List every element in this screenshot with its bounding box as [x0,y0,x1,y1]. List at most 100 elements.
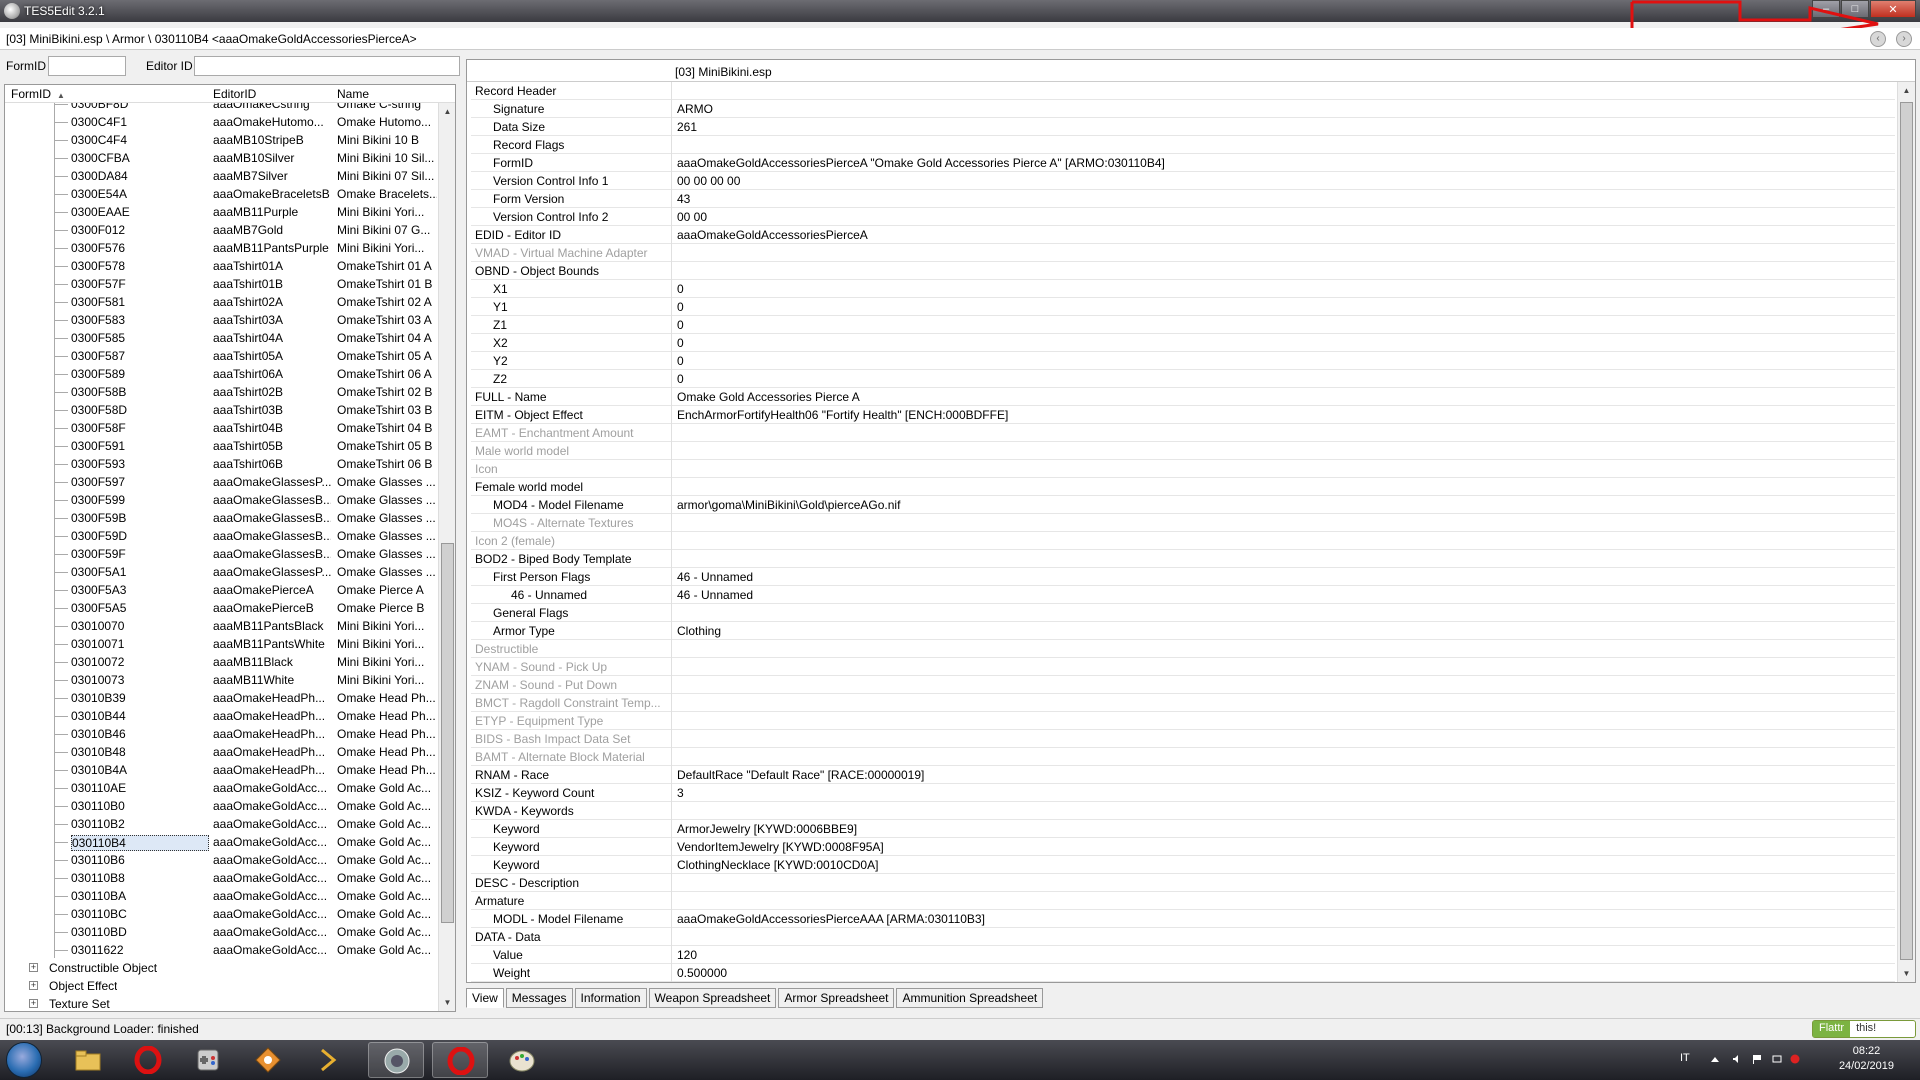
tree-row[interactable]: 0300F59F aaaOmakeGlassesB... Omake Glasses… [5,545,437,563]
opera-window-taskbar-button[interactable] [432,1042,488,1078]
volume-icon[interactable] [1732,1054,1742,1064]
record-field-row[interactable]: MODL - Model Filename aaaOmakeGoldAccesso… [471,910,1895,928]
record-field-row[interactable]: Keyword ArmorJewelry [KYWD:0006BBE9] [471,820,1895,838]
antivirus-icon[interactable] [1790,1054,1800,1064]
formid-filter-input[interactable] [48,56,126,76]
field-value[interactable]: aaaOmakeGoldAccessoriesPierceA "Omake Go… [677,156,1165,170]
opera-taskbar-button[interactable] [120,1042,176,1078]
record-field-row[interactable]: KSIZ - Keyword Count 3 [471,784,1895,802]
tab-information[interactable]: Information [574,988,647,1008]
field-value[interactable]: 0 [677,354,684,368]
tree-row[interactable]: 0300F59D aaaOmakeGlassesB... Omake Glasses… [5,527,437,545]
tree-row[interactable]: 03010B44 aaaOmakeHeadPh... Omake Head Ph..… [5,707,437,725]
record-field-row[interactable]: Icon [471,460,1895,478]
tree-group-node[interactable]: + Constructible Object [5,959,437,977]
tree-row[interactable]: 0300F5A5 aaaOmakePierceB Omake Pierce B [5,599,437,617]
tree-row[interactable]: 0300F591 aaaTshirt05B OmakeTshirt 05 B [5,437,437,455]
field-value[interactable]: 0 [677,300,684,314]
record-field-row[interactable]: Y1 0 [471,298,1895,316]
field-value[interactable]: 0.500000 [677,966,727,980]
tree-row[interactable]: 03010B46 aaaOmakeHeadPh... Omake Head Ph..… [5,725,437,743]
tree-row[interactable]: 030110BC aaaOmakeGoldAcc... Omake Gold Ac.… [5,905,437,923]
record-field-row[interactable]: FULL - Name Omake Gold Accessories Pierce… [471,388,1895,406]
formid-column-header[interactable]: FormID ▲ [11,87,65,101]
tab-messages[interactable]: Messages [505,988,573,1008]
record-field-row[interactable]: 46 - Unnamed 46 - Unnamed [471,586,1895,604]
scroll-up-icon[interactable]: ▲ [439,103,456,120]
start-button[interactable] [6,1042,42,1078]
tes5edit-taskbar-button[interactable] [368,1042,424,1078]
field-value[interactable]: 46 - Unnamed [677,570,753,584]
record-field-row[interactable]: Form Version 43 [471,190,1895,208]
field-value[interactable]: 0 [677,336,684,350]
fallout-taskbar-button[interactable] [240,1042,296,1078]
tree-row[interactable]: 0300F58F aaaTshirt04B OmakeTshirt 04 B [5,419,437,437]
back-icon[interactable]: ‹ [1870,31,1886,47]
app-taskbar-button[interactable] [300,1042,356,1078]
record-field-row[interactable]: EDID - Editor ID aaaOmakeGoldAccessoriesP… [471,226,1895,244]
record-field-row[interactable]: BIDS - Bash Impact Data Set [471,730,1895,748]
record-field-row[interactable]: BAMT - Alternate Block Material [471,748,1895,766]
tab-view[interactable]: View [466,988,504,1008]
record-field-row[interactable]: Version Control Info 1 00 00 00 00 [471,172,1895,190]
record-field-row[interactable]: BMCT - Ragdoll Constraint Temp... [471,694,1895,712]
record-field-row[interactable]: Data Size 261 [471,118,1895,136]
record-field-row[interactable]: ETYP - Equipment Type [471,712,1895,730]
tree-row[interactable]: 0300F59B aaaOmakeGlassesB... Omake Glasses… [5,509,437,527]
record-field-row[interactable]: Keyword ClothingNecklace [KYWD:0010CD0A] [471,856,1895,874]
tree-row[interactable]: 0300F585 aaaTshirt04A OmakeTshirt 04 A [5,329,437,347]
field-value[interactable]: ARMO [677,102,713,116]
field-value[interactable]: 120 [677,948,697,962]
clock[interactable]: 08:22 24/02/2019 [1839,1044,1894,1074]
tree-row[interactable]: 0300C4F4 aaaMB10StripeB Mini Bikini 10 B [5,131,437,149]
record-field-row[interactable]: Y2 0 [471,352,1895,370]
name-column-header[interactable]: Name [337,87,369,101]
field-value[interactable]: 43 [677,192,690,206]
tree-row[interactable]: 0300F58B aaaTshirt02B OmakeTshirt 02 B [5,383,437,401]
tree-row[interactable]: 03010B48 aaaOmakeHeadPh... Omake Head Ph..… [5,743,437,761]
tree-row[interactable]: 0300CFBA aaaMB10Silver Mini Bikini 10 Sil.… [5,149,437,167]
tree-row[interactable]: 030110B8 aaaOmakeGoldAcc... Omake Gold Ac.… [5,869,437,887]
record-scrollbar[interactable]: ▲ ▼ [1897,82,1915,982]
close-button[interactable]: ✕ [1870,0,1916,18]
field-value[interactable]: 00 00 00 00 [677,174,740,188]
field-value[interactable]: 0 [677,282,684,296]
explorer-taskbar-button[interactable] [60,1042,116,1078]
record-field-row[interactable]: OBND - Object Bounds [471,262,1895,280]
record-field-row[interactable]: Destructible [471,640,1895,658]
tab-ammunition-spreadsheet[interactable]: Ammunition Spreadsheet [896,988,1044,1008]
tree-row[interactable]: 0300F581 aaaTshirt02A OmakeTshirt 02 A [5,293,437,311]
scroll-thumb[interactable] [1900,102,1913,960]
record-field-row[interactable]: Weight 0.500000 [471,964,1895,982]
record-field-row[interactable]: DATA - Data [471,928,1895,946]
tree-row[interactable]: 03010071 aaaMB11PantsWhite Mini Bikini Yor… [5,635,437,653]
tree-row[interactable]: 0300F589 aaaTshirt06A OmakeTshirt 06 A [5,365,437,383]
paint-taskbar-button[interactable] [494,1042,550,1078]
tree-row[interactable]: 0300C4F1 aaaOmakeHutomo... Omake Hutomo... [5,113,437,131]
tree-row[interactable]: 0300F593 aaaTshirt06B OmakeTshirt 06 B [5,455,437,473]
tree-row[interactable]: 0300F578 aaaTshirt01A OmakeTshirt 01 A [5,257,437,275]
field-value[interactable]: ArmorJewelry [KYWD:0006BBE9] [677,822,857,836]
record-field-row[interactable]: KWDA - Keywords [471,802,1895,820]
forward-icon[interactable]: › [1896,31,1912,47]
tree-row[interactable]: 0300F5A1 aaaOmakeGlassesP... Omake Glasses… [5,563,437,581]
tree-row[interactable]: 03010073 aaaMB11White Mini Bikini Yori... [5,671,437,689]
record-field-row[interactable]: Z2 0 [471,370,1895,388]
scroll-thumb[interactable] [441,543,454,923]
field-value[interactable]: 46 - Unnamed [677,588,753,602]
tree-row[interactable]: 0300F012 aaaMB7Gold Mini Bikini 07 G... [5,221,437,239]
field-value[interactable]: armor\goma\MiniBikini\Gold\pierceAGo.nif [677,498,900,512]
editorid-column-header[interactable]: EditorID [213,87,256,101]
tree-row[interactable]: 03010B39 aaaOmakeHeadPh... Omake Head Ph..… [5,689,437,707]
tree-row[interactable]: 0300EAAE aaaMB11Purple Mini Bikini Yori... [5,203,437,221]
record-field-row[interactable]: Armature [471,892,1895,910]
tree-scrollbar[interactable]: ▲ ▼ [438,103,455,1011]
record-field-row[interactable]: Armor Type Clothing [471,622,1895,640]
record-field-row[interactable]: X1 0 [471,280,1895,298]
record-field-row[interactable]: Value 120 [471,946,1895,964]
record-field-row[interactable]: ZNAM - Sound - Put Down [471,676,1895,694]
tree-row[interactable]: 0300DA84 aaaMB7Silver Mini Bikini 07 Sil..… [5,167,437,185]
field-value[interactable]: Clothing [677,624,721,638]
record-field-row[interactable]: Male world model [471,442,1895,460]
scroll-down-icon[interactable]: ▼ [439,994,456,1011]
